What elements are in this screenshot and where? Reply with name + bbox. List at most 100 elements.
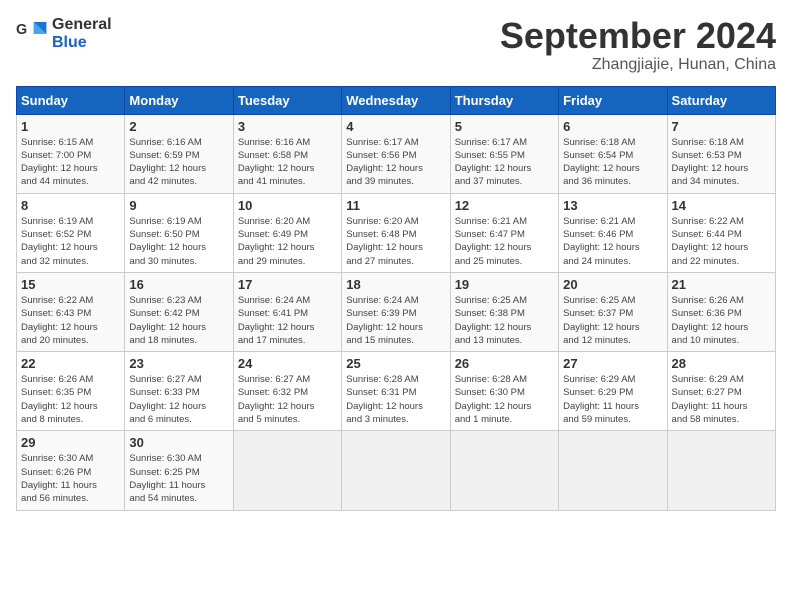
calendar-header-row: SundayMondayTuesdayWednesdayThursdayFrid… [17, 86, 776, 114]
day-info: Sunrise: 6:20 AM Sunset: 6:49 PM Dayligh… [238, 215, 337, 268]
calendar-cell: 29 Sunrise: 6:30 AM Sunset: 6:26 PM Dayli… [17, 431, 125, 510]
calendar-cell: 27Sunrise: 6:29 AM Sunset: 6:29 PM Dayli… [559, 352, 667, 431]
calendar-cell: 6 Sunrise: 6:18 AM Sunset: 6:54 PM Daylig… [559, 114, 667, 193]
day-info: Sunrise: 6:21 AM Sunset: 6:46 PM Dayligh… [563, 215, 662, 268]
header-wednesday: Wednesday [342, 86, 450, 114]
logo-text-line1: General [52, 16, 112, 34]
calendar-cell: 25Sunrise: 6:28 AM Sunset: 6:31 PM Dayli… [342, 352, 450, 431]
title-block: September 2024 Zhangjiajie, Hunan, China [500, 16, 776, 74]
day-info: Sunrise: 6:23 AM Sunset: 6:42 PM Dayligh… [129, 294, 228, 347]
calendar-cell: 17 Sunrise: 6:24 AM Sunset: 6:41 PM Dayli… [233, 272, 341, 351]
day-number: 25 [346, 356, 445, 371]
calendar-cell: 10 Sunrise: 6:20 AM Sunset: 6:49 PM Dayli… [233, 193, 341, 272]
calendar-cell [559, 431, 667, 510]
day-number: 15 [21, 277, 120, 292]
day-number: 7 [672, 119, 771, 134]
calendar-cell: 2Sunrise: 6:16 AM Sunset: 6:59 PM Daylig… [125, 114, 233, 193]
day-number: 29 [21, 435, 120, 450]
day-info: Sunrise: 6:16 AM Sunset: 6:58 PM Dayligh… [238, 136, 337, 189]
day-number: 23 [129, 356, 228, 371]
logo: G General Blue [16, 16, 112, 52]
day-number: 21 [672, 277, 771, 292]
calendar-table: SundayMondayTuesdayWednesdayThursdayFrid… [16, 86, 776, 511]
day-number: 13 [563, 198, 662, 213]
calendar-cell: 30Sunrise: 6:30 AM Sunset: 6:25 PM Dayli… [125, 431, 233, 510]
calendar-cell: 8 Sunrise: 6:19 AM Sunset: 6:52 PM Daylig… [17, 193, 125, 272]
day-number: 10 [238, 198, 337, 213]
day-number: 4 [346, 119, 445, 134]
day-info: Sunrise: 6:22 AM Sunset: 6:44 PM Dayligh… [672, 215, 771, 268]
calendar-cell [667, 431, 775, 510]
day-number: 3 [238, 119, 337, 134]
calendar-cell: 26Sunrise: 6:28 AM Sunset: 6:30 PM Dayli… [450, 352, 558, 431]
calendar-cell [450, 431, 558, 510]
calendar-cell: 16 Sunrise: 6:23 AM Sunset: 6:42 PM Dayli… [125, 272, 233, 351]
day-number: 26 [455, 356, 554, 371]
calendar-cell: 28 Sunrise: 6:29 AM Sunset: 6:27 PM Dayli… [667, 352, 775, 431]
day-number: 14 [672, 198, 771, 213]
day-number: 8 [21, 198, 120, 213]
day-info: Sunrise: 6:20 AM Sunset: 6:48 PM Dayligh… [346, 215, 445, 268]
header-friday: Friday [559, 86, 667, 114]
day-info: Sunrise: 6:18 AM Sunset: 6:54 PM Dayligh… [563, 136, 662, 189]
day-info: Sunrise: 6:15 AM Sunset: 7:00 PM Dayligh… [21, 136, 120, 189]
calendar-cell [233, 431, 341, 510]
day-info: Sunrise: 6:30 AM Sunset: 6:26 PM Dayligh… [21, 452, 120, 505]
calendar-cell [342, 431, 450, 510]
day-number: 28 [672, 356, 771, 371]
day-info: Sunrise: 6:25 AM Sunset: 6:37 PM Dayligh… [563, 294, 662, 347]
day-info: Sunrise: 6:19 AM Sunset: 6:50 PM Dayligh… [129, 215, 228, 268]
day-info: Sunrise: 6:29 AM Sunset: 6:27 PM Dayligh… [672, 373, 771, 426]
header-saturday: Saturday [667, 86, 775, 114]
calendar-week-row: 8 Sunrise: 6:19 AM Sunset: 6:52 PM Daylig… [17, 193, 776, 272]
logo-icon: G [16, 18, 48, 50]
day-number: 16 [129, 277, 228, 292]
header-sunday: Sunday [17, 86, 125, 114]
day-number: 20 [563, 277, 662, 292]
day-number: 24 [238, 356, 337, 371]
calendar-cell: 18Sunrise: 6:24 AM Sunset: 6:39 PM Dayli… [342, 272, 450, 351]
day-number: 18 [346, 277, 445, 292]
calendar-cell: 9 Sunrise: 6:19 AM Sunset: 6:50 PM Daylig… [125, 193, 233, 272]
calendar-cell: 19 Sunrise: 6:25 AM Sunset: 6:38 PM Dayli… [450, 272, 558, 351]
day-info: Sunrise: 6:17 AM Sunset: 6:56 PM Dayligh… [346, 136, 445, 189]
logo-text-line2: Blue [52, 34, 112, 52]
calendar-cell: 13 Sunrise: 6:21 AM Sunset: 6:46 PM Dayli… [559, 193, 667, 272]
day-number: 6 [563, 119, 662, 134]
day-info: Sunrise: 6:24 AM Sunset: 6:41 PM Dayligh… [238, 294, 337, 347]
calendar-cell: 23 Sunrise: 6:27 AM Sunset: 6:33 PM Dayli… [125, 352, 233, 431]
calendar-cell: 15 Sunrise: 6:22 AM Sunset: 6:43 PM Dayli… [17, 272, 125, 351]
day-info: Sunrise: 6:27 AM Sunset: 6:32 PM Dayligh… [238, 373, 337, 426]
calendar-cell: 3 Sunrise: 6:16 AM Sunset: 6:58 PM Daylig… [233, 114, 341, 193]
calendar-week-row: 1 Sunrise: 6:15 AM Sunset: 7:00 PM Daylig… [17, 114, 776, 193]
day-number: 11 [346, 198, 445, 213]
calendar-cell: 11 Sunrise: 6:20 AM Sunset: 6:48 PM Dayli… [342, 193, 450, 272]
calendar-cell: 12Sunrise: 6:21 AM Sunset: 6:47 PM Dayli… [450, 193, 558, 272]
day-info: Sunrise: 6:25 AM Sunset: 6:38 PM Dayligh… [455, 294, 554, 347]
calendar-week-row: 15 Sunrise: 6:22 AM Sunset: 6:43 PM Dayli… [17, 272, 776, 351]
day-info: Sunrise: 6:27 AM Sunset: 6:33 PM Dayligh… [129, 373, 228, 426]
day-info: Sunrise: 6:21 AM Sunset: 6:47 PM Dayligh… [455, 215, 554, 268]
svg-text:G: G [16, 22, 27, 38]
day-info: Sunrise: 6:17 AM Sunset: 6:55 PM Dayligh… [455, 136, 554, 189]
calendar-cell: 7Sunrise: 6:18 AM Sunset: 6:53 PM Daylig… [667, 114, 775, 193]
day-number: 17 [238, 277, 337, 292]
calendar-cell: 22Sunrise: 6:26 AM Sunset: 6:35 PM Dayli… [17, 352, 125, 431]
calendar-week-row: 22Sunrise: 6:26 AM Sunset: 6:35 PM Dayli… [17, 352, 776, 431]
day-number: 19 [455, 277, 554, 292]
day-info: Sunrise: 6:26 AM Sunset: 6:35 PM Dayligh… [21, 373, 120, 426]
calendar-cell: 24 Sunrise: 6:27 AM Sunset: 6:32 PM Dayli… [233, 352, 341, 431]
calendar-cell: 1 Sunrise: 6:15 AM Sunset: 7:00 PM Daylig… [17, 114, 125, 193]
day-number: 27 [563, 356, 662, 371]
header-monday: Monday [125, 86, 233, 114]
day-info: Sunrise: 6:22 AM Sunset: 6:43 PM Dayligh… [21, 294, 120, 347]
calendar-cell: 14 Sunrise: 6:22 AM Sunset: 6:44 PM Dayli… [667, 193, 775, 272]
day-info: Sunrise: 6:19 AM Sunset: 6:52 PM Dayligh… [21, 215, 120, 268]
day-number: 5 [455, 119, 554, 134]
page-header: G General Blue September 2024 Zhangjiaji… [16, 16, 776, 74]
day-number: 1 [21, 119, 120, 134]
day-number: 9 [129, 198, 228, 213]
calendar-cell: 20 Sunrise: 6:25 AM Sunset: 6:37 PM Dayli… [559, 272, 667, 351]
location-subtitle: Zhangjiajie, Hunan, China [500, 56, 776, 74]
calendar-cell: 5 Sunrise: 6:17 AM Sunset: 6:55 PM Daylig… [450, 114, 558, 193]
